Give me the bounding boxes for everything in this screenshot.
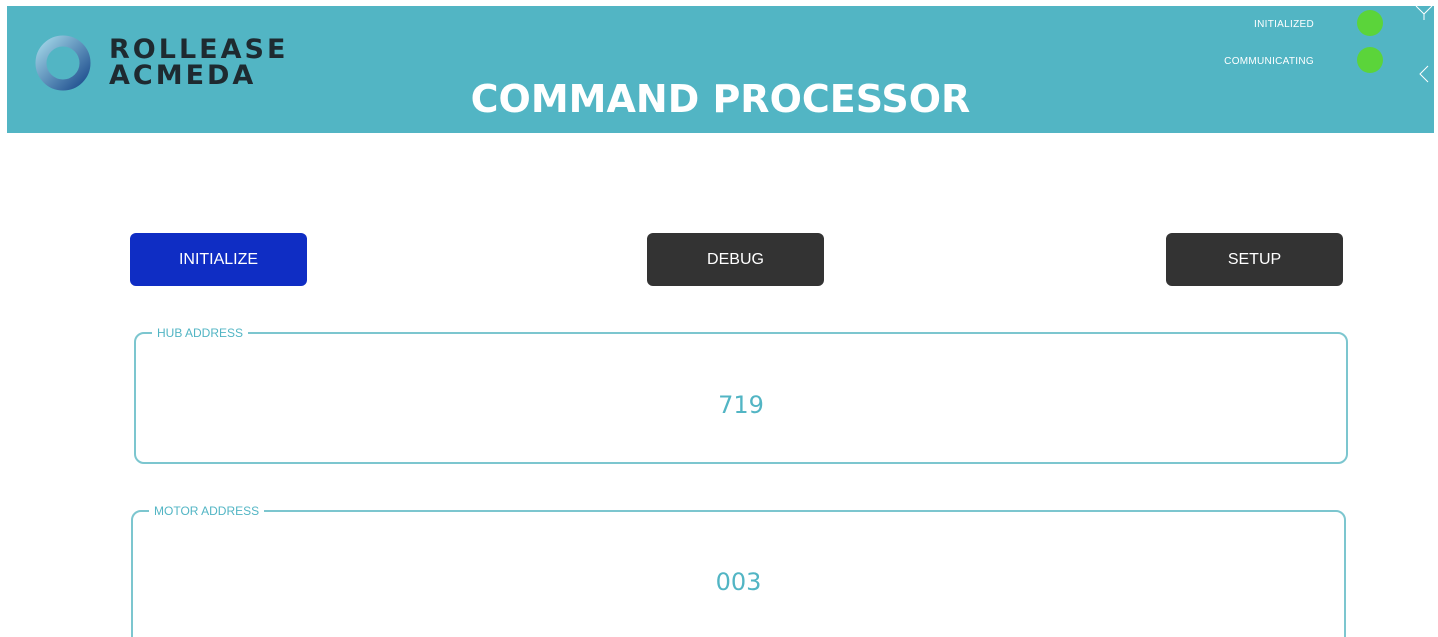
motor-address-label: MOTOR ADDRESS [149, 502, 265, 520]
initialize-button[interactable]: INITIALIZE [130, 233, 307, 286]
hub-address-field[interactable]: HUB ADDRESS 719 [134, 324, 1348, 464]
hub-address-label: HUB ADDRESS [152, 324, 249, 342]
header-bar: ROLLEASE ACMEDA COMMAND PROCESSOR INITIA… [7, 6, 1434, 133]
setup-button[interactable]: SETUP [1166, 233, 1343, 286]
motor-address-value[interactable]: 003 [133, 568, 1344, 596]
corner-decoration-icon [1415, 6, 1433, 83]
status-initialized-label: INITIALIZED [1254, 19, 1314, 30]
command-processor-page: ROLLEASE ACMEDA COMMAND PROCESSOR INITIA… [0, 0, 1438, 637]
page-title: COMMAND PROCESSOR [470, 77, 971, 121]
initialized-indicator-icon [1357, 10, 1383, 36]
status-communicating-label: COMMUNICATING [1224, 56, 1314, 67]
communicating-indicator-icon [1357, 47, 1383, 73]
debug-button[interactable]: DEBUG [647, 233, 824, 286]
hub-address-value[interactable]: 719 [136, 391, 1346, 419]
motor-address-field[interactable]: MOTOR ADDRESS 003 [131, 502, 1346, 637]
